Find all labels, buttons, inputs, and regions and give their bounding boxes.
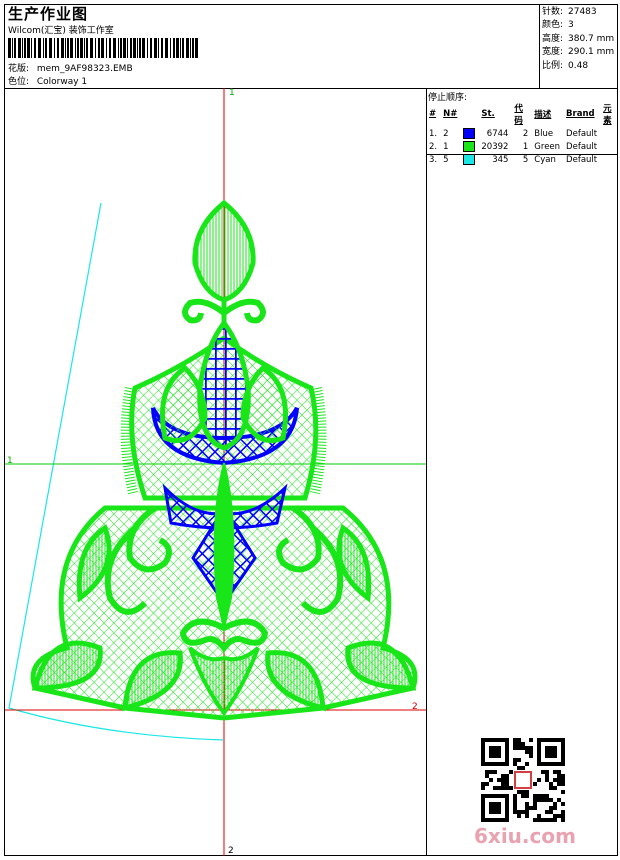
stat-colors: 颜色: 3 [542, 19, 614, 32]
row-stitches: 345 [492, 154, 509, 165]
row-code: 2 [522, 128, 529, 139]
row-element [600, 140, 620, 153]
row-desc: Cyan [534, 154, 556, 165]
barcode-icon [8, 38, 198, 58]
row-code: 1 [522, 141, 529, 152]
row-brand: Default [566, 141, 598, 152]
row-needle: 5 [443, 154, 449, 165]
row-stitches: 20392 [481, 141, 509, 152]
row-swatch [460, 153, 478, 166]
stat-label: 宽度: [542, 47, 564, 58]
color-swatch [463, 141, 476, 152]
row-desc: Green [534, 141, 561, 152]
right-curl [222, 298, 266, 324]
row-brand: Default [566, 154, 598, 165]
stat-value: 27483 [568, 7, 597, 17]
table-row: 3. 5 345 5 Cyan Default [426, 153, 620, 166]
row-index: 1. [429, 128, 438, 139]
row-needle: 2 [443, 128, 449, 139]
col-element: 元素 [603, 104, 612, 126]
stat-value: 0.48 [568, 60, 589, 71]
embroidery-canvas [5, 88, 426, 856]
panel-divider [426, 88, 427, 856]
col-desc: 描述 [534, 110, 552, 120]
stat-value: 380.7 mm [568, 33, 615, 44]
row-code: 5 [522, 154, 529, 165]
row-element [600, 153, 620, 166]
color-swatch [463, 128, 476, 139]
company-name: Wilcom(汇宝) 装饰工作室 [8, 26, 114, 36]
col-needle: N# [443, 109, 458, 119]
stat-label: 颜色: [542, 20, 564, 31]
axis-label-left: 1 [7, 456, 13, 466]
stat-value: 3 [568, 20, 574, 31]
watermark: 6xiu.com [474, 824, 576, 848]
row-brand: Default [566, 128, 598, 139]
row-element [600, 127, 620, 140]
row-swatch [460, 127, 478, 140]
stats-divider [539, 4, 540, 88]
col-stitches: St. [481, 109, 495, 119]
row-index: 3. [429, 154, 438, 165]
col-index: # [429, 109, 437, 119]
qr-code-icon [481, 738, 565, 822]
design-label: 花版: [8, 64, 30, 74]
table-row: 1. 2 6744 2 Blue Default [426, 127, 620, 140]
stat-stitches: 针数: 27483 [542, 6, 614, 19]
design-row: 花版: mem_9AF98323.EMB [8, 61, 133, 74]
left-curl [182, 298, 226, 324]
stat-label: 针数: [542, 7, 564, 17]
row-swatch [460, 140, 478, 153]
top-leaf [192, 199, 256, 303]
table-row: 2. 1 20392 1 Green Default [426, 140, 620, 153]
page-title: 生产作业图 [8, 5, 89, 23]
axis-label-top: 1 [229, 88, 235, 98]
stats-panel: 针数: 27483 颜色: 3 高度: 380.7 mm 宽度: 290.1 mm 比例… [542, 6, 614, 73]
axis-label-bottom: 2 [228, 846, 234, 856]
col-swatch [460, 102, 478, 127]
row-stitches: 6744 [486, 128, 509, 139]
stat-label: 高度: [542, 33, 564, 44]
row-desc: Blue [534, 128, 554, 139]
stop-sequence-table: # N# St. 代码 描述 Brand 元素 1. 2 6744 2 Blue… [426, 102, 620, 166]
stat-width: 宽度: 290.1 mm [542, 46, 614, 59]
stat-value: 290.1 mm [568, 47, 615, 58]
colorway-row: 色位: Colorway 1 [8, 74, 87, 87]
table-header-row: # N# St. 代码 描述 Brand 元素 [426, 102, 620, 127]
axis-label-right: 2 [412, 702, 418, 712]
row-needle: 1 [443, 141, 449, 152]
col-code: 代码 [514, 104, 523, 126]
colorway-label: 色位: [8, 77, 30, 87]
colorway-value: Colorway 1 [36, 77, 88, 87]
color-swatch [463, 154, 476, 165]
blue-grid-teardrop [197, 318, 251, 451]
design-value: mem_9AF98323.EMB [36, 64, 133, 74]
stat-label: 比例: [542, 60, 564, 71]
col-brand: Brand [566, 109, 595, 119]
row-index: 2. [429, 141, 438, 152]
stat-scale: 比例: 0.48 [542, 60, 614, 73]
stat-height: 高度: 380.7 mm [542, 33, 614, 46]
